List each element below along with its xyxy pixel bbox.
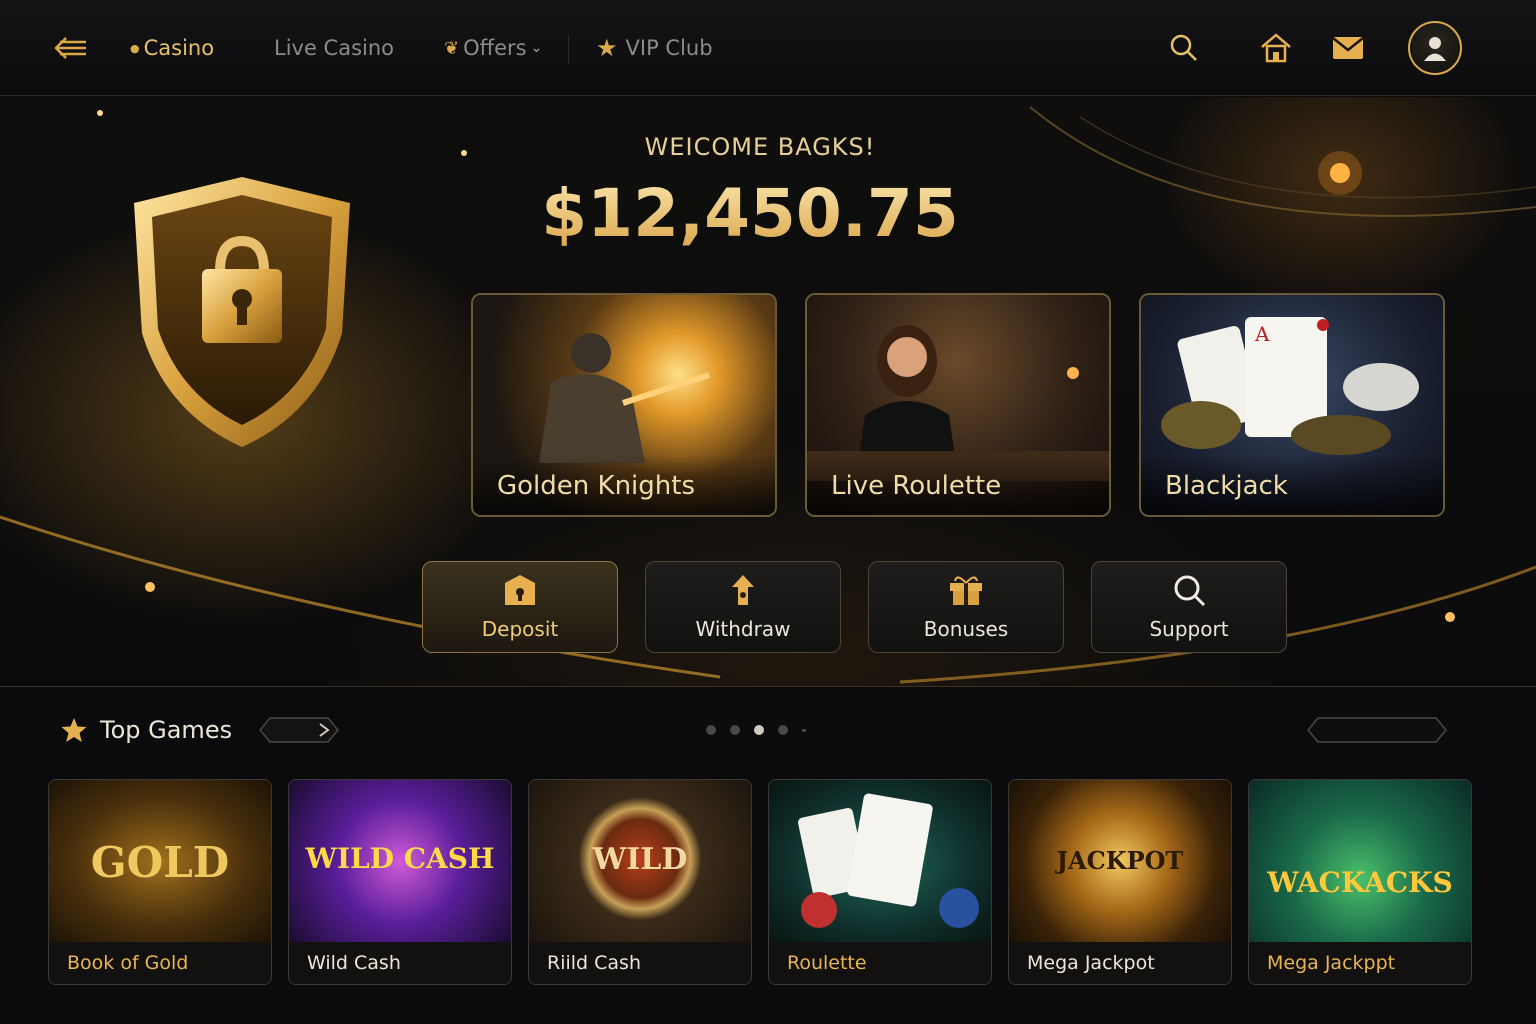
game-tile-mega-jackppt[interactable]: WACKACKS Mega Jackppt <box>1248 779 1472 985</box>
chip-icon: ● <box>130 41 140 55</box>
featured-title: Golden Knights <box>497 471 695 501</box>
nav-vip-label: VIP Club <box>625 36 713 60</box>
home-icon[interactable] <box>1256 28 1296 68</box>
top-navigation: ● Casino Live Casino ❦ Offers ⌄ ★ VIP Cl… <box>0 0 1536 96</box>
mega-jackpot-art: JACKPOT <box>1009 780 1231 944</box>
pagination-dot[interactable] <box>706 725 716 735</box>
game-caption: Book of Gold <box>49 942 271 984</box>
search-help-icon <box>1174 575 1206 607</box>
game-tile-wild-cash[interactable]: WILD CASH Wild Cash <box>288 779 512 985</box>
nav-live-casino[interactable]: Live Casino <box>274 34 394 62</box>
deposit-label: Deposit <box>481 617 559 641</box>
support-button[interactable]: Support <box>1091 561 1287 653</box>
scroll-arrow-icon[interactable] <box>258 716 340 744</box>
book-of-gold-art: GOLD <box>49 780 271 944</box>
mega-jackppt-art: WACKACKS <box>1249 780 1471 944</box>
chevron-down-icon: ⌄ <box>530 40 543 56</box>
game-caption: Mega Jackppt <box>1249 942 1471 984</box>
top-games-title: Top Games <box>100 716 233 744</box>
game-tile-mega-jackpot[interactable]: JACKPOT Mega Jackpot <box>1008 779 1232 985</box>
game-caption: Riild Cash <box>529 942 751 984</box>
featured-game-golden-knights[interactable]: Golden Knights <box>471 293 777 517</box>
user-icon <box>1424 37 1446 61</box>
nav-live-casino-label: Live Casino <box>274 36 395 60</box>
star-icon: ★ <box>596 34 618 62</box>
withdraw-button[interactable]: Withdraw <box>645 561 841 653</box>
pagination-dot[interactable] <box>802 728 806 732</box>
game-tile-book-of-gold[interactable]: GOLD Book of Gold <box>48 779 272 985</box>
bonuses-button[interactable]: Bonuses <box>868 561 1064 653</box>
carousel-pagination <box>706 722 836 738</box>
withdraw-label: Withdraw <box>695 617 791 641</box>
mail-icon[interactable] <box>1328 28 1368 68</box>
featured-game-live-roulette[interactable]: Live Roulette <box>805 293 1111 517</box>
pagination-dot-active[interactable] <box>754 725 764 735</box>
featured-game-blackjack[interactable]: A Blackjack <box>1139 293 1445 517</box>
pagination-dot[interactable] <box>730 725 740 735</box>
view-all-pill[interactable] <box>1306 716 1448 744</box>
search-icon[interactable] <box>1164 28 1204 68</box>
roulette-art <box>769 780 991 944</box>
riild-cash-art: WILD <box>529 780 751 944</box>
welcome-message: WEICOME BAGKS! <box>644 133 876 161</box>
wallet-lock-icon <box>505 575 535 605</box>
security-shield-icon <box>134 177 350 447</box>
user-avatar[interactable] <box>1408 21 1462 75</box>
game-tile-riild-cash[interactable]: WILD Riild Cash <box>528 779 752 985</box>
bonuses-label: Bonuses <box>923 617 1009 641</box>
support-label: Support <box>1149 617 1229 641</box>
wild-cash-art: WILD CASH <box>289 780 511 944</box>
game-caption: Mega Jackpot <box>1009 942 1231 984</box>
nav-divider <box>568 34 569 64</box>
hero-banner: WEICOME BAGKS! $12,450.75 Golden Knights… <box>0 97 1536 687</box>
nav-offers-label: Offers <box>463 36 527 60</box>
nav-casino[interactable]: ● Casino <box>130 34 214 62</box>
svg-text:A: A <box>1254 322 1270 346</box>
featured-title: Blackjack <box>1165 471 1288 501</box>
pagination-dot[interactable] <box>778 725 788 735</box>
game-tile-roulette[interactable]: Roulette <box>768 779 992 985</box>
star-icon <box>61 718 87 742</box>
withdraw-icon <box>732 575 754 605</box>
menu-back-icon[interactable] <box>52 34 90 62</box>
nav-offers[interactable]: ❦ Offers ⌄ <box>444 34 542 62</box>
game-caption: Wild Cash <box>289 942 511 984</box>
nav-casino-label: Casino <box>143 36 215 60</box>
game-caption: Roulette <box>769 942 991 984</box>
featured-title: Live Roulette <box>831 471 1002 501</box>
gift-box-icon <box>950 576 982 605</box>
deposit-button[interactable]: Deposit <box>422 561 618 653</box>
gift-icon: ❦ <box>444 37 460 59</box>
account-balance: $12,450.75 <box>500 175 1000 252</box>
nav-vip-club[interactable]: ★ VIP Club <box>596 34 713 62</box>
